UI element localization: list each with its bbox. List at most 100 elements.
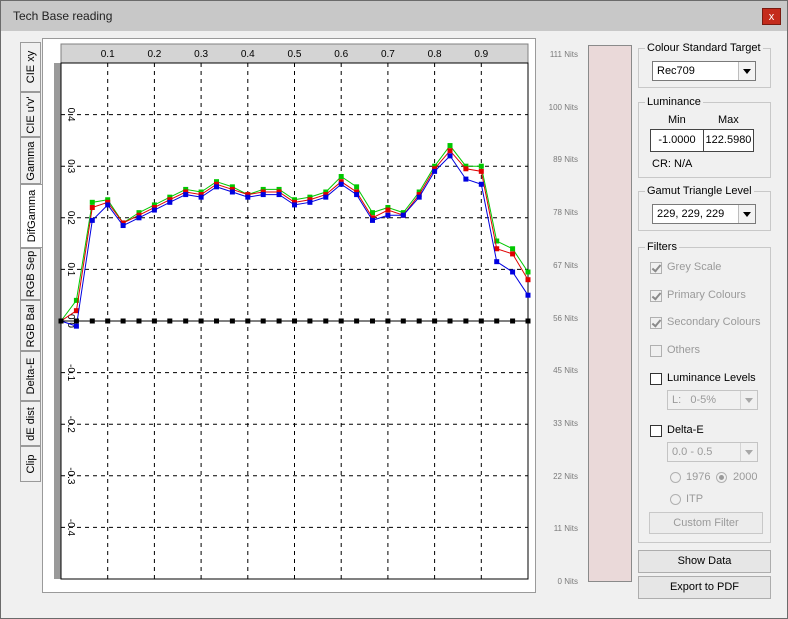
series-point-2 [214,184,220,190]
title-bar: Tech Base reading x [1,1,787,31]
x-tick-label: 0.4 [241,49,255,60]
nits-tick-label: 100 Nits [548,102,578,112]
radio-1976-label: 1976 [686,471,711,483]
checkbox-box [650,290,662,302]
series-point-3 [73,318,79,324]
series-point-3 [323,318,329,324]
series-point-2 [400,212,406,218]
gamut-value: 229, 229, 229 [657,208,725,220]
tab-label: Gamma [24,140,37,181]
series-point-2 [338,181,344,187]
checkbox-box [650,345,662,357]
y-tick-label: 0.3 [65,159,76,173]
series-point-3 [494,318,500,324]
series-point-3 [463,318,469,324]
close-button[interactable]: x [762,8,781,25]
x-tick-label: 0.9 [474,49,488,60]
tab-de-dist[interactable]: dE dist [20,401,41,446]
chevron-down-icon [740,391,757,409]
series-point-2 [73,323,79,329]
show-data-button[interactable]: Show Data [638,550,771,573]
nits-tick-label: 78 Nits [553,208,578,218]
x-tick-label: 0.7 [381,49,395,60]
luminance-min-label: Min [668,114,686,126]
secondary-colours-label: Secondary Colours [667,316,761,328]
custom-filter-button[interactable]: Custom Filter [649,512,763,534]
checkbox-box [650,373,662,385]
series-point-2 [510,269,516,275]
tab-cie-xy[interactable]: CIE xy [20,42,41,92]
filters-title: Filters [645,241,679,253]
series-point-2 [478,181,484,187]
series-point-3 [432,318,438,324]
tab-difgamma[interactable]: DifGamma [20,184,43,248]
tab-label: RGB Bal [24,304,37,347]
tab-rgb-bal[interactable]: RGB Bal [20,300,41,351]
tab-label: RGB Sep [24,250,37,298]
nits-tick-label: 22 Nits [553,471,578,481]
luminance-levels-label: Luminance Levels [667,372,756,384]
series-point-3 [276,318,282,324]
y-tick-label: -0.1 [65,364,76,382]
series-point-2 [369,217,375,223]
radio-1976[interactable] [670,472,681,483]
series-point-2 [354,192,360,198]
tab-label: CIE u'v' [24,95,37,134]
gamut-select[interactable]: 229, 229, 229 [652,204,756,224]
series-point-3 [198,318,204,324]
luminance-bar [588,45,632,582]
tab-label: dE dist [24,406,37,441]
nits-tick-label: 56 Nits [553,313,578,323]
series-point-3 [105,318,111,324]
series-point-0 [447,143,453,149]
x-tick-label: 0.5 [288,49,302,60]
series-point-3 [400,318,406,324]
export-pdf-button[interactable]: Export to PDF [638,576,771,599]
luminance-title: Luminance [645,96,703,108]
chevron-down-icon [738,62,755,80]
tab-label: Delta-E [24,357,37,395]
checkbox-box [650,425,662,437]
y-tick-label: 0.1 [65,262,76,276]
series-point-0 [510,246,516,252]
series-point-3 [510,318,516,324]
series-point-1 [510,251,516,257]
series-point-3 [478,318,484,324]
radio-itp[interactable] [670,494,681,505]
series-point-1 [447,148,453,154]
series-point-1 [478,168,484,174]
tab-cie-uv[interactable]: CIE u'v' [20,92,41,137]
tab-rgb-sep[interactable]: RGB Sep [20,248,41,300]
series-point-2 [151,207,157,213]
series-point-2 [183,192,189,198]
series-point-3 [447,318,453,324]
series-point-3 [338,318,344,324]
tab-clip[interactable]: Clip [20,446,41,482]
series-point-0 [354,184,360,190]
x-tick-label: 0.8 [428,49,442,60]
series-point-2 [432,168,438,174]
series-point-2 [260,192,266,198]
series-point-3 [385,318,391,324]
grey-scale-label: Grey Scale [667,261,722,273]
tab-delta-e[interactable]: Delta-E [20,351,41,401]
series-point-2 [136,215,142,221]
series-point-2 [463,176,469,182]
x-tick-label: 0.3 [194,49,208,60]
colour-standard-select[interactable]: Rec709 [652,61,756,81]
series-point-2 [229,189,235,195]
luminance-levels-select[interactable]: L: 0-5% [667,390,758,410]
tab-gamma[interactable]: Gamma [20,137,41,184]
nits-tick-label: 89 Nits [553,155,578,165]
luminance-levels-value: L: 0-5% [672,394,717,406]
series-point-3 [245,318,251,324]
series-point-0 [525,269,531,275]
nits-tick-label: 67 Nits [553,260,578,270]
series-point-2 [198,194,204,200]
delta-e-label: Delta-E [667,424,704,436]
series-point-2 [276,192,282,198]
y-tick-label: -0.3 [65,467,76,485]
radio-itp-label: ITP [686,493,704,505]
delta-e-select[interactable]: 0.0 - 0.5 [667,442,758,462]
radio-2000[interactable] [716,472,727,483]
